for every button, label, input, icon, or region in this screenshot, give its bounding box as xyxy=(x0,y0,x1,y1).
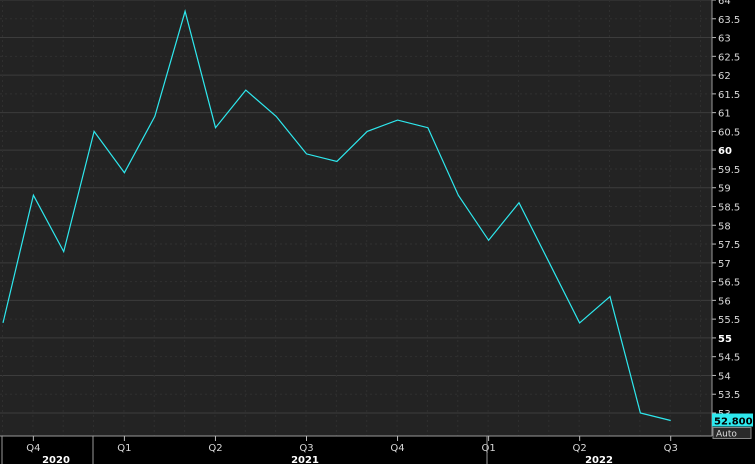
year-label: 2021 xyxy=(291,455,319,464)
y-tick-label: 59.5 xyxy=(718,165,740,176)
y-tick-label: 60.5 xyxy=(718,127,740,138)
y-tick-label: 57 xyxy=(718,259,731,270)
x-tick-label: Q2 xyxy=(573,443,587,454)
last-value-group: 52.800 Auto xyxy=(712,413,753,440)
y-tick-label: 55 xyxy=(718,334,732,345)
plot-area xyxy=(0,0,712,436)
y-tick-label: 54 xyxy=(718,371,731,382)
x-tick-label: Q2 xyxy=(208,443,222,454)
y-tick-label: 53.5 xyxy=(718,390,740,401)
y-tick-label: 58 xyxy=(718,221,731,232)
x-tick-label: Q1 xyxy=(481,443,495,454)
y-tick-label: 55.5 xyxy=(718,315,740,326)
x-tick-label: Q1 xyxy=(117,443,131,454)
x-tick-label: Q4 xyxy=(26,443,40,454)
x-axis: Q4 Q1 Q2 Q3 Q4 Q1 Q2 Q3 2020 2021 2022 xyxy=(0,435,712,464)
y-tick-label: 62 xyxy=(718,71,731,82)
y-tick-label: 59 xyxy=(718,184,731,195)
y-tick-label: 56.5 xyxy=(718,278,740,289)
x-tick-label: Q3 xyxy=(299,443,313,454)
y-tick-label: 60 xyxy=(718,146,732,157)
line-chart: 5353.55454.55555.55656.55757.55858.55959… xyxy=(0,0,753,464)
last-value-label: 52.800 xyxy=(714,417,753,428)
y-tick-label: 63.5 xyxy=(718,15,740,26)
y-tick-label: 61 xyxy=(718,109,731,120)
y-tick-label: 64 xyxy=(718,0,731,7)
x-tick-label: Q3 xyxy=(664,443,678,454)
scale-label: Auto xyxy=(716,430,737,440)
y-tick-label: 61.5 xyxy=(718,90,740,101)
year-label: 2020 xyxy=(42,455,70,464)
x-tick-label: Q4 xyxy=(390,443,404,454)
y-tick-label: 57.5 xyxy=(718,240,740,251)
y-tick-label: 63 xyxy=(718,34,731,45)
y-tick-label: 62.5 xyxy=(718,52,740,63)
y-tick-label: 56 xyxy=(718,296,731,307)
y-axis: 5353.55454.55555.55656.55757.55858.55959… xyxy=(711,0,740,436)
year-label: 2022 xyxy=(585,455,613,464)
y-tick-label: 58.5 xyxy=(718,203,740,214)
y-tick-label: 54.5 xyxy=(718,353,740,364)
